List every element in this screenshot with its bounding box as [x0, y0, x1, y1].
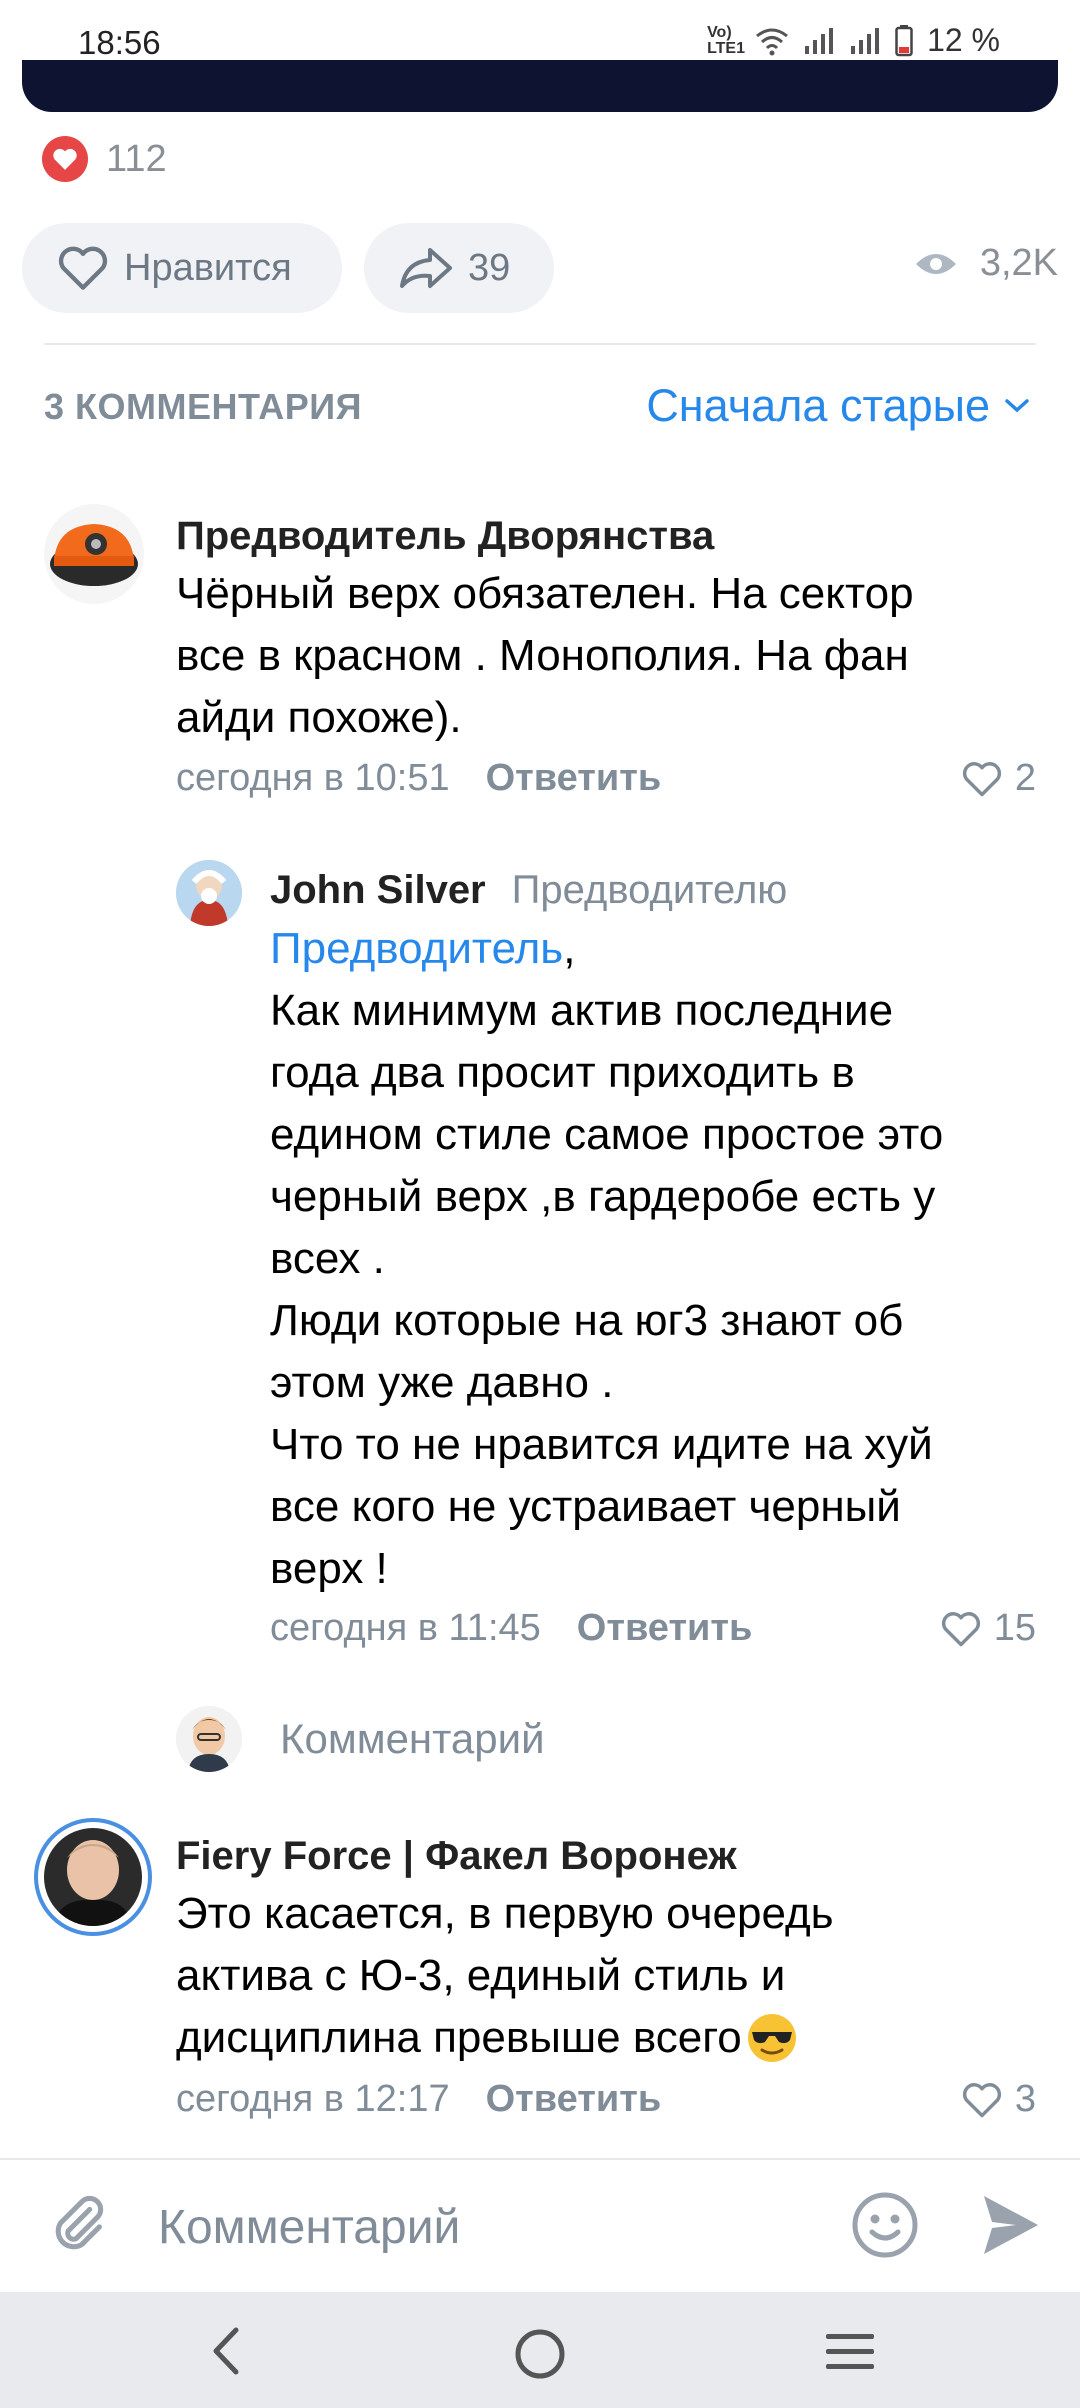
- comment-text: Предводитель, Как минимум актив последни…: [270, 918, 1050, 1600]
- signal-icon: [805, 27, 834, 54]
- status-time: 18:56: [78, 24, 161, 61]
- mention-link[interactable]: Предводитель: [270, 924, 563, 973]
- comment-line: актива с Ю-3, единый стиль и: [176, 1951, 786, 2000]
- like-label: Нравится: [124, 246, 292, 289]
- attach-icon[interactable]: [46, 2190, 110, 2260]
- reply-button[interactable]: Ответить: [577, 1607, 753, 1650]
- comment-line: всех .: [270, 1234, 385, 1283]
- views-counter: 3,2K: [914, 242, 1058, 285]
- comment-text: Чёрный верх обязателен. На сектор все в …: [176, 563, 1006, 749]
- comment-time: сегодня в 12:17: [176, 2078, 450, 2120]
- like-button[interactable]: Нравится: [22, 223, 342, 313]
- battery-percent: 12 %: [927, 22, 1000, 58]
- comment-text-fragment: ,: [563, 924, 576, 973]
- reply-header: John Silver Предводителю: [270, 868, 787, 913]
- comment-line: дисциплина превыше всего: [176, 2007, 1006, 2069]
- sunglasses-emoji-icon: [747, 2014, 796, 2062]
- likes-count: 112: [106, 137, 167, 180]
- heart-outline-icon: [941, 1611, 980, 1646]
- comment-line: Что то не нравится идите на хуй: [270, 1420, 933, 1469]
- avatar: [176, 1706, 242, 1772]
- comment-line: верх !: [270, 1544, 388, 1593]
- back-icon[interactable]: [208, 2326, 244, 2376]
- thread-reply-input[interactable]: Комментарий: [176, 1706, 545, 1772]
- status-icons: Vo) LTE1 12 %: [707, 22, 1000, 59]
- comment-text: Это касается, в первую очередь актива с …: [176, 1883, 1006, 2069]
- heart-outline-icon: [58, 246, 108, 290]
- sort-label: Сначала старые: [646, 380, 990, 431]
- comment-line: айди похоже).: [176, 693, 462, 742]
- comment-line: все кого не устраивает черный: [270, 1482, 901, 1531]
- signal-icon-2: [851, 27, 880, 54]
- comment-time: сегодня в 10:51: [176, 757, 450, 799]
- comment-like-count: 3: [1014, 2078, 1036, 2120]
- comment-line: Как минимум актив последние: [270, 986, 894, 1035]
- comment-like-button[interactable]: 15: [940, 1607, 1036, 1650]
- comment-line: Это касается, в первую очередь: [176, 1889, 834, 1938]
- avatar[interactable]: [34, 1818, 152, 1936]
- post-reactions[interactable]: 112: [42, 136, 167, 182]
- comment-like-count: 15: [993, 1607, 1036, 1649]
- home-icon[interactable]: [512, 2326, 568, 2382]
- emoji-icon[interactable]: [850, 2190, 920, 2260]
- comment-like-count: 2: [1014, 757, 1036, 799]
- post-media-bottom-edge: [22, 60, 1058, 112]
- battery-icon: [895, 24, 913, 56]
- comment-time: сегодня в 11:45: [270, 1607, 541, 1649]
- comment-author[interactable]: Fiery Force | Факел Воронеж: [176, 1834, 737, 1879]
- comment-like-button[interactable]: 3: [961, 2078, 1036, 2121]
- share-icon: [400, 248, 452, 288]
- avatar[interactable]: [44, 504, 144, 604]
- heart-badge-icon: [42, 136, 88, 182]
- reply-button[interactable]: Ответить: [486, 757, 662, 800]
- comment-author[interactable]: John Silver: [270, 868, 486, 913]
- eye-icon: [915, 253, 956, 274]
- reply-to-label[interactable]: Предводителю: [512, 868, 788, 913]
- comment-line: едином стиле самое простое это: [270, 1110, 944, 1159]
- avatar[interactable]: [176, 860, 242, 926]
- share-count: 39: [468, 246, 511, 289]
- heart-outline-icon: [962, 761, 1001, 796]
- thread-reply-placeholder: Комментарий: [280, 1715, 545, 1762]
- comment-input[interactable]: Комментарий: [158, 2200, 460, 2255]
- comment-meta: сегодня в 10:51 Ответить: [176, 757, 661, 800]
- comment-line: Чёрный верх обязателен. На сектор: [176, 569, 914, 618]
- comment-meta: сегодня в 11:45 Ответить: [270, 1607, 752, 1650]
- comment-like-button[interactable]: 2: [961, 757, 1036, 800]
- comments-count: 3 КОММЕНТАРИЯ: [44, 386, 362, 427]
- comment-author[interactable]: Предводитель Дворянства: [176, 514, 714, 559]
- comment-line: черный верх ,в гардеробе есть у: [270, 1172, 936, 1221]
- comment-line: все в красном . Монополия. На фан: [176, 631, 909, 680]
- comment-meta: сегодня в 12:17 Ответить: [176, 2078, 661, 2121]
- wifi-icon: [756, 28, 788, 55]
- comment-text-fragment: дисциплина превыше всего: [176, 2013, 742, 2062]
- share-button[interactable]: 39: [364, 223, 554, 313]
- volte-icon: Vo) LTE1: [707, 23, 745, 57]
- chevron-down-icon: [1005, 399, 1029, 413]
- divider: [44, 343, 1036, 345]
- comment-line: Предводитель,: [270, 918, 1050, 980]
- reply-button[interactable]: Ответить: [486, 2078, 662, 2121]
- views-count: 3,2K: [979, 242, 1058, 284]
- comment-line: года два просит приходить в: [270, 1048, 855, 1097]
- system-navigation-bar: [0, 2292, 1080, 2408]
- heart-outline-icon: [962, 2082, 1001, 2117]
- send-icon[interactable]: [980, 2192, 1042, 2258]
- comment-line: Люди которые на юг3 знают об: [270, 1296, 904, 1345]
- comment-line: этом уже давно .: [270, 1358, 614, 1407]
- menu-icon[interactable]: [824, 2330, 876, 2374]
- sort-dropdown[interactable]: Сначала старые: [646, 380, 1030, 432]
